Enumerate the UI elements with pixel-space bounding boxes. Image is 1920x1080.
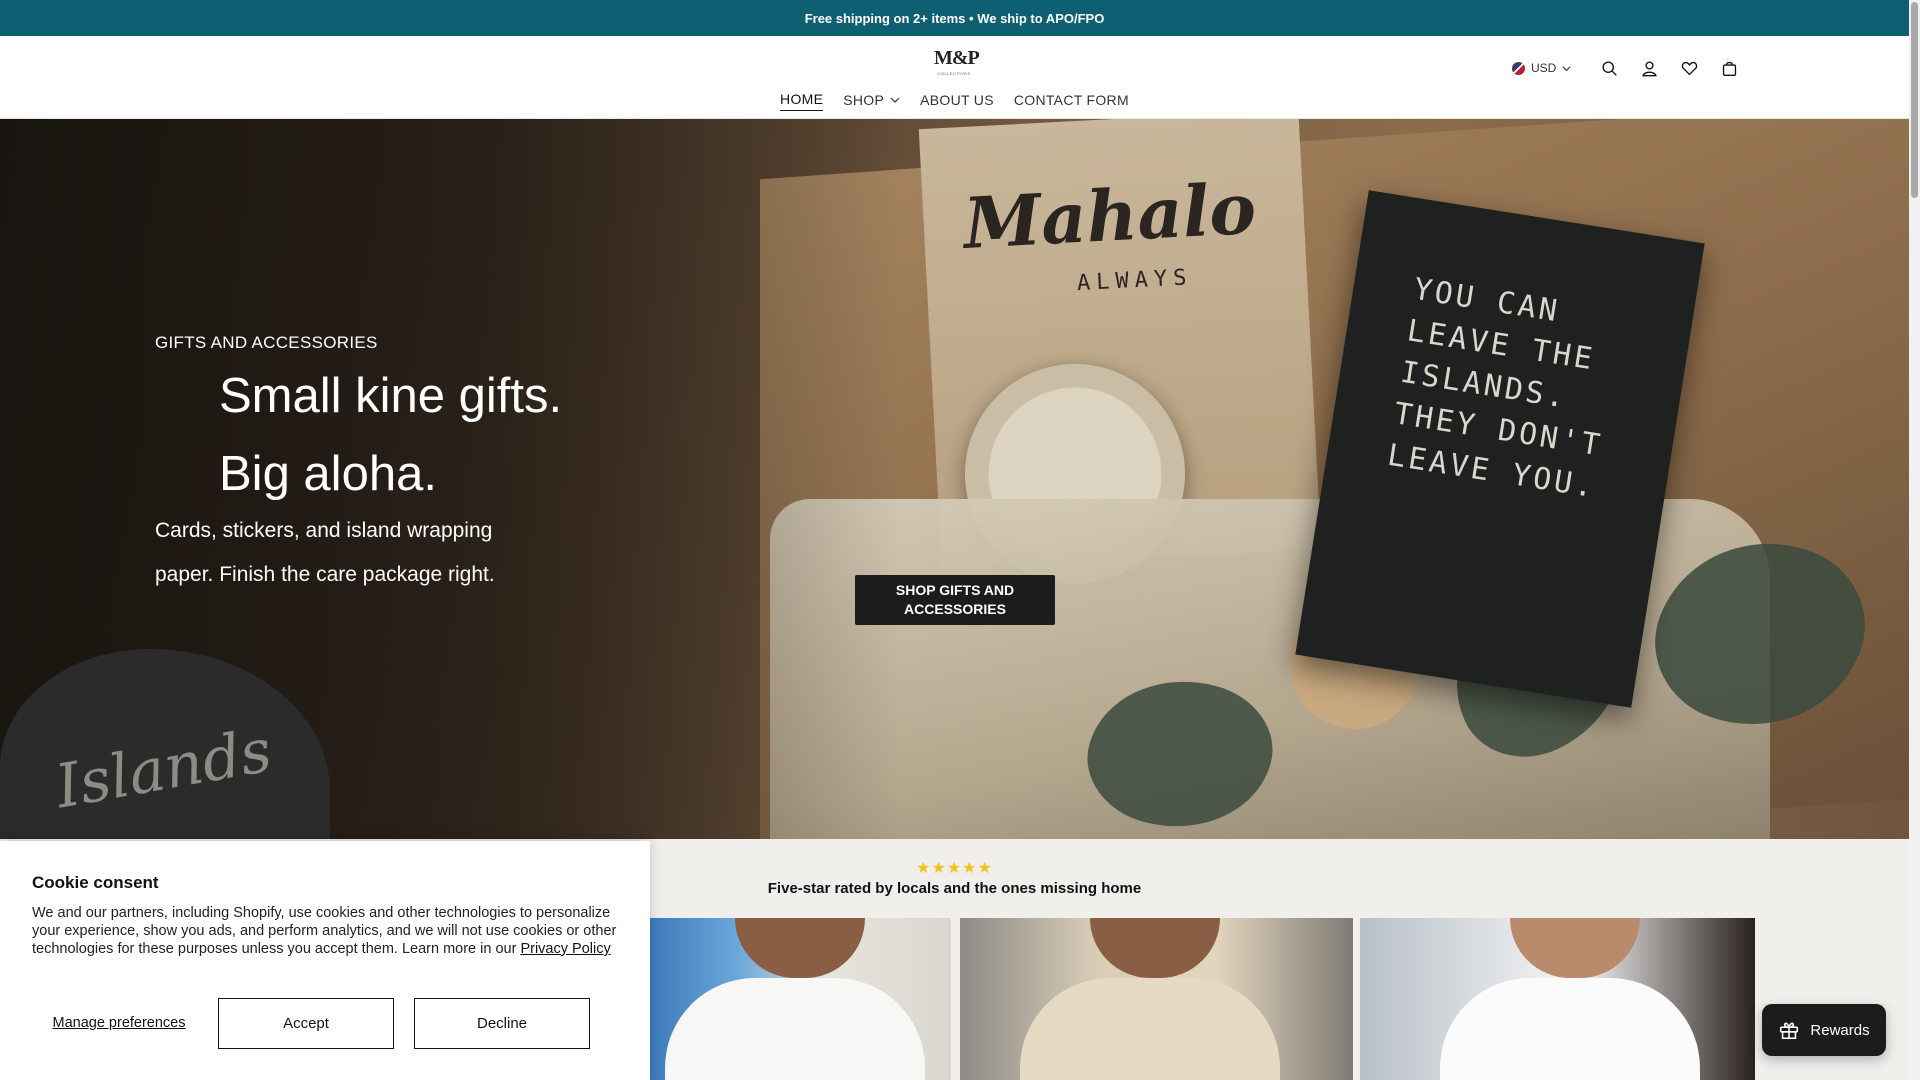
us-flag-icon	[1512, 61, 1525, 75]
wishlist-button[interactable]	[1669, 53, 1709, 83]
search-button[interactable]	[1589, 53, 1629, 83]
cart-icon	[1722, 61, 1736, 76]
hero-image-card-text: YOU CAN LEAVE THE ISLANDS. THEY DON'T LE…	[1384, 271, 1606, 506]
currency-label: USD	[1531, 61, 1557, 75]
nav-item-home[interactable]: HOME	[780, 91, 824, 111]
main-nav: HOME SHOP ABOUT US CONTACT FORM	[0, 91, 1909, 111]
site-header: M&P COLLECTIVES HOME SHOP ABOUT US CONTA…	[0, 36, 1909, 119]
review-photo-face	[1510, 918, 1640, 978]
review-photo[interactable]	[1360, 918, 1755, 1080]
cookie-consent-banner: Cookie consent We and our partners, incl…	[0, 841, 650, 1080]
nav-item-about-us[interactable]: ABOUT US	[920, 91, 994, 111]
shop-gifts-button[interactable]: SHOP GIFTS AND ACCESSORIES	[855, 575, 1055, 625]
rewards-button[interactable]: Rewards	[1762, 1004, 1886, 1056]
wishlist-icon	[1681, 61, 1698, 75]
currency-selector[interactable]: USD	[1512, 61, 1571, 75]
hero-title-line: Small kine gifts.	[219, 369, 563, 423]
scrollbar-thumb[interactable]	[1911, 2, 1918, 198]
nav-item-label: HOME	[780, 91, 824, 107]
cookie-body: We and our partners, including Shopify, …	[32, 904, 622, 958]
announcement-bar: Free shipping on 2+ items • We ship to A…	[0, 0, 1909, 36]
hero-title-line: Big aloha.	[219, 447, 437, 501]
review-photo-shirt	[665, 978, 925, 1080]
review-photo[interactable]	[645, 918, 951, 1080]
search-icon	[1602, 60, 1617, 76]
shop-gifts-button-label: SHOP GIFTS AND ACCESSORIES	[895, 582, 1015, 617]
logo-subtext: COLLECTIVES	[937, 71, 971, 76]
decline-button[interactable]: Decline	[414, 998, 590, 1049]
account-button[interactable]	[1629, 53, 1669, 83]
nav-item-contact-form[interactable]: CONTACT FORM	[1014, 91, 1129, 111]
review-photo[interactable]	[960, 918, 1353, 1080]
hero-title: Small kine gifts. Big aloha.	[219, 357, 562, 513]
review-photo-shirt	[1020, 978, 1280, 1080]
hero-body: Cards, stickers, and island wrapping pap…	[155, 519, 495, 586]
chevron-down-icon	[1562, 65, 1571, 71]
hero-content: GIFTS AND ACCESSORIES Small kine gifts. …	[155, 333, 562, 597]
logo-text: M&P	[934, 47, 980, 69]
nav-item-shop[interactable]: SHOP	[843, 91, 900, 111]
chevron-down-icon	[890, 97, 900, 103]
page-scrollbar[interactable]	[1909, 0, 1920, 1080]
account-icon	[1642, 60, 1657, 76]
cart-button[interactable]	[1709, 53, 1749, 83]
hero-image-tag-text: Mahalo	[961, 166, 1258, 265]
announcement-text: Free shipping on 2+ items • We ship to A…	[804, 10, 1105, 26]
hero-image-tag-subtext: ALWAYS	[1076, 265, 1194, 297]
nav-item-label: SHOP	[843, 91, 885, 108]
hero-image-hat-text: Islands	[50, 715, 277, 823]
nav-item-label: CONTACT FORM	[1013, 91, 1129, 108]
hero-image-card: YOU CAN LEAVE THE ISLANDS. THEY DON'T LE…	[1295, 190, 1705, 708]
hero-subheading: GIFTS AND ACCESSORIES	[155, 333, 378, 352]
cookie-actions: Manage preferences Accept Decline	[32, 998, 610, 1049]
hero-slideshow: Mahalo ALWAYS YOU CAN LEAVE THE ISLANDS.…	[0, 119, 1909, 839]
decline-button-label: Decline	[476, 1015, 528, 1032]
site-logo[interactable]: M&P COLLECTIVES	[934, 47, 980, 78]
rewards-label: Rewards	[1810, 1021, 1870, 1039]
manage-preferences-link[interactable]: Manage preferences	[32, 1015, 206, 1032]
privacy-policy-link[interactable]: Privacy Policy	[520, 941, 610, 957]
nav-item-label: ABOUT US	[920, 91, 994, 108]
header-actions: USD	[1512, 53, 1749, 83]
accept-button[interactable]: Accept	[218, 998, 394, 1049]
review-photo-face	[735, 918, 865, 978]
gift-icon	[1780, 1022, 1799, 1040]
review-photo-shirt	[1440, 978, 1700, 1080]
cookie-title: Cookie consent	[32, 873, 159, 892]
accept-button-label: Accept	[283, 1015, 329, 1032]
review-photo-face	[1090, 918, 1220, 978]
